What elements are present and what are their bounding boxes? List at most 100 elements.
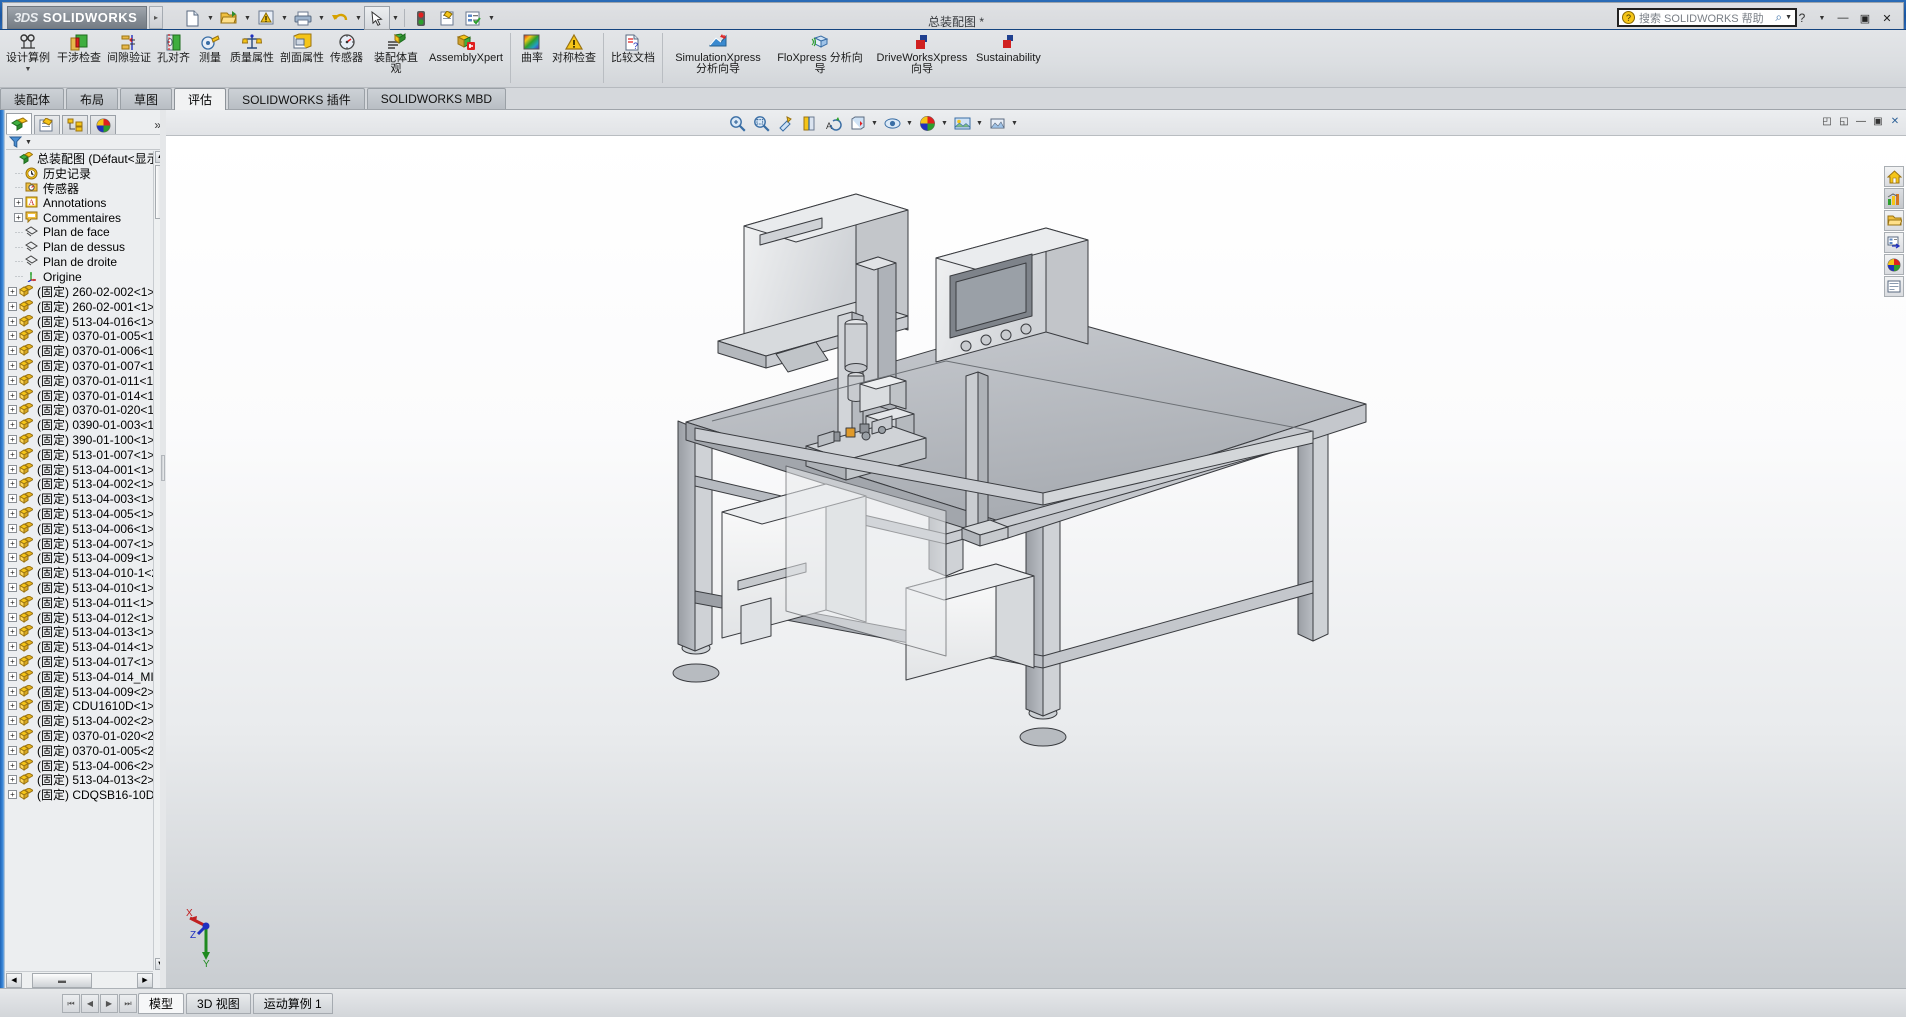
tree-node[interactable]: +(固定) 513-04-010<1> xyxy=(6,580,153,595)
new-document-dropdown-icon[interactable]: ▼ xyxy=(205,6,216,30)
tree-node[interactable]: +(固定) 513-04-001<1> xyxy=(6,462,153,477)
tree-node[interactable]: +(固定) 513-04-014<1> xyxy=(6,639,153,654)
open-document-button[interactable] xyxy=(216,6,242,30)
graphics-viewport[interactable]: X Y Z xyxy=(166,136,1906,988)
select-tool-button[interactable] xyxy=(364,6,390,30)
tree-node[interactable]: ⋯传感器 xyxy=(6,181,153,196)
bottom-tab-2[interactable]: 运动算例 1 xyxy=(253,993,333,1014)
tree-node[interactable]: +(固定) 260-02-001<1> xyxy=(6,299,153,314)
file-explorer-button[interactable] xyxy=(1884,210,1904,231)
restore-button[interactable]: ▣ xyxy=(1855,8,1875,28)
expand-node-icon[interactable]: + xyxy=(8,317,17,326)
ribbon-button-mass-properties[interactable]: 质量属性 xyxy=(227,30,277,86)
expand-node-icon[interactable]: + xyxy=(8,391,17,400)
filter-dropdown-icon[interactable]: ▼ xyxy=(25,139,32,146)
expand-node-icon[interactable]: + xyxy=(8,287,17,296)
tree-node[interactable]: ⋯历史记录 xyxy=(6,166,153,181)
tree-node[interactable]: +(固定) 513-04-010-1<2 xyxy=(6,565,153,580)
tree-node[interactable]: +(固定) 260-02-002<1> xyxy=(6,284,153,299)
tree-node[interactable]: +(固定) 0370-01-020<2> xyxy=(6,728,153,743)
expand-node-icon[interactable]: + xyxy=(8,494,17,503)
expand-node-icon[interactable]: + xyxy=(8,450,17,459)
tree-node[interactable]: +(固定) 513-04-009<2> xyxy=(6,684,153,699)
ribbon-button-hole-alignment[interactable]: 孔对齐 xyxy=(154,30,193,86)
tab-4[interactable]: SOLIDWORKS 插件 xyxy=(228,88,365,109)
properties-dropdown-icon[interactable]: ▼ xyxy=(486,6,497,30)
restore-icon[interactable]: ▣ xyxy=(1871,114,1885,128)
zoom-to-area-button[interactable] xyxy=(750,112,772,134)
close-button[interactable]: ✕ xyxy=(1877,8,1897,28)
tree-node[interactable]: +(固定) 513-01-007<1> xyxy=(6,447,153,462)
expand-node-icon[interactable]: + xyxy=(8,598,17,607)
expand-node-icon[interactable]: + xyxy=(8,746,17,755)
expand-node-icon[interactable]: + xyxy=(14,198,23,207)
viewport-restore-icon[interactable]: ◰ xyxy=(1820,114,1834,128)
ribbon-button-section-properties[interactable]: 剖面属性 xyxy=(277,30,327,86)
h-scrollbar-thumb[interactable]: ▬ xyxy=(32,973,92,988)
tree-node[interactable]: +(固定) 0370-01-007<1> xyxy=(6,358,153,373)
tree-node[interactable]: +(固定) 0370-01-011<1> xyxy=(6,373,153,388)
print-button[interactable] xyxy=(290,6,316,30)
ribbon-button-symmetry-check[interactable]: 对称检查 xyxy=(549,30,599,86)
rebuild-button[interactable] xyxy=(253,6,279,30)
undo-dropdown-icon[interactable]: ▼ xyxy=(353,6,364,30)
tree-node[interactable]: +(固定) 513-04-013<2> xyxy=(6,772,153,787)
help-search-box[interactable]: ? 搜索 SOLIDWORKS 帮助 ⌕ ▼ xyxy=(1617,8,1797,27)
expand-node-icon[interactable]: + xyxy=(8,627,17,636)
configuration-manager-tab[interactable] xyxy=(62,115,88,134)
tree-node[interactable]: +(固定) 513-04-009<1> xyxy=(6,551,153,566)
expand-node-icon[interactable]: + xyxy=(8,642,17,651)
ribbon-button-curvature[interactable]: 曲率 xyxy=(515,30,549,86)
bottom-tab-0[interactable]: 模型 xyxy=(138,993,184,1014)
hide-show-items-button[interactable] xyxy=(881,112,903,134)
tree-node[interactable]: +(固定) 513-04-006<2> xyxy=(6,758,153,773)
ribbon-button-clearance-verification[interactable]: 间隙验证 xyxy=(104,30,154,86)
expand-node-icon[interactable]: + xyxy=(8,701,17,710)
tree-node[interactable]: ⋯Plan de droite xyxy=(6,255,153,270)
tree-node[interactable]: +(固定) 513-04-002<1> xyxy=(6,477,153,492)
rebuild-status-icon[interactable] xyxy=(408,6,434,30)
expand-node-icon[interactable]: + xyxy=(8,376,17,385)
new-document-button[interactable] xyxy=(179,6,205,30)
ribbon-dropdown-caret-icon[interactable]: ▼ xyxy=(25,66,32,73)
undo-button[interactable] xyxy=(327,6,353,30)
tree-node[interactable]: +(固定) 0390-01-003<1> xyxy=(6,417,153,432)
ribbon-button-sustainability[interactable]: Sustainability xyxy=(973,30,1044,86)
display-manager-tab[interactable] xyxy=(90,115,116,134)
display-style-dropdown-icon[interactable]: ▼ xyxy=(870,112,879,134)
tree-node[interactable]: +(固定) 513-04-005<1> xyxy=(6,506,153,521)
ribbon-button-interference-detection[interactable]: 干涉检查 xyxy=(54,30,104,86)
custom-properties-button[interactable] xyxy=(1884,276,1904,297)
expand-node-icon[interactable]: + xyxy=(8,539,17,548)
tab-2[interactable]: 草图 xyxy=(120,88,172,109)
properties-button[interactable] xyxy=(460,6,486,30)
expand-node-icon[interactable]: + xyxy=(8,761,17,770)
feature-tree-root[interactable]: 总装配图 (Défaut<显示状态 xyxy=(6,151,153,166)
tree-node[interactable]: +(固定) 513-04-014_MIR xyxy=(6,669,153,684)
expand-node-icon[interactable]: + xyxy=(8,524,17,533)
ribbon-button-assembly-xpert[interactable]: AssemblyXpert xyxy=(426,30,506,86)
expand-node-icon[interactable]: + xyxy=(8,716,17,725)
property-manager-tab[interactable] xyxy=(34,115,60,134)
expand-node-icon[interactable]: + xyxy=(8,672,17,681)
ribbon-button-measure[interactable]: 测量 xyxy=(193,30,227,86)
model-tab-nav-button-3[interactable]: ⏭ xyxy=(119,994,137,1013)
model-tab-nav-button-1[interactable]: ◀ xyxy=(81,994,99,1013)
ribbon-button-compare-documents[interactable]: ?比较文档 xyxy=(608,30,658,86)
view-settings-button[interactable] xyxy=(986,112,1008,134)
view-palette-button[interactable] xyxy=(1884,232,1904,253)
ribbon-button-simulation-xpress[interactable]: SimulationXpress 分析向导 xyxy=(667,30,769,86)
expand-node-icon[interactable]: + xyxy=(8,568,17,577)
bottom-tab-1[interactable]: 3D 视图 xyxy=(186,993,251,1014)
edit-appearance-dropdown-icon[interactable]: ▼ xyxy=(940,112,949,134)
tab-3[interactable]: 评估 xyxy=(174,88,226,110)
ribbon-button-flo-xpress[interactable]: FloXpress 分析向导 xyxy=(769,30,871,86)
scroll-left-arrow-icon[interactable]: ◀ xyxy=(6,973,22,988)
appearances-scenes-button[interactable] xyxy=(1884,254,1904,275)
display-style-button[interactable] xyxy=(846,112,868,134)
expand-node-icon[interactable]: + xyxy=(8,479,17,488)
tree-node[interactable]: +(固定) 0370-01-020<1> xyxy=(6,403,153,418)
feature-tree-horizontal-scrollbar[interactable]: ◀ ▬ ▶ xyxy=(6,971,153,988)
tree-node[interactable]: +(固定) 513-04-012<1> xyxy=(6,610,153,625)
select-tool-dropdown-icon[interactable]: ▼ xyxy=(390,6,401,30)
